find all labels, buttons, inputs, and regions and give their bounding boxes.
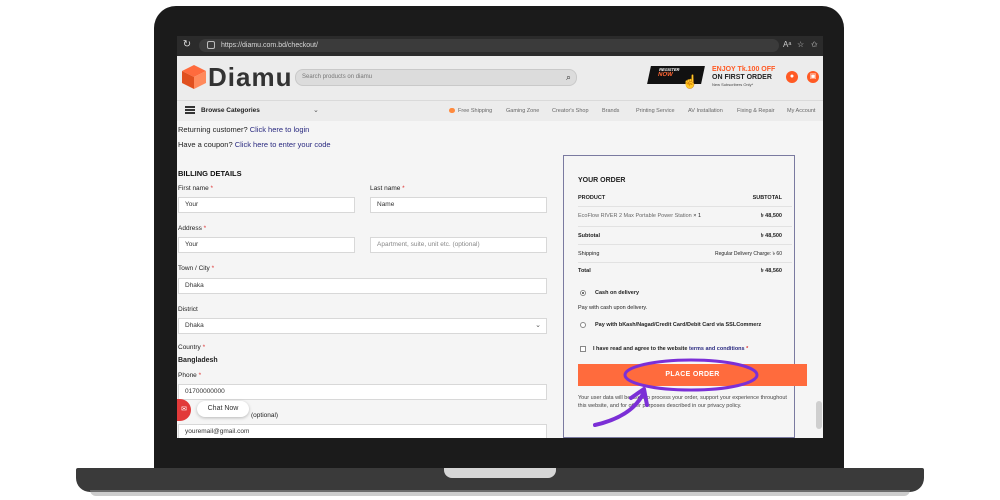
returning-customer-notice: Returning customer? Click here to login xyxy=(178,125,309,134)
user-account-icon[interactable]: ● xyxy=(786,71,798,83)
your-order-panel: YOUR ORDER PRODUCT SUBTOTAL EcoFlow RIVE… xyxy=(563,155,807,438)
nav-link-my-account[interactable]: My Account xyxy=(787,101,815,121)
coupon-text: Have a coupon? xyxy=(178,140,233,149)
cod-radio[interactable] xyxy=(580,290,586,296)
district-label: District xyxy=(178,306,198,313)
coupon-link[interactable]: Click here to enter your code xyxy=(235,140,331,149)
first-name-label: First name * xyxy=(178,185,214,192)
site-header: Diamu Search products on diamu ⌕ REGISTE… xyxy=(177,56,823,100)
shipping-value: Regular Delivery Charge: ৳ 60 xyxy=(715,251,782,257)
divider xyxy=(578,262,792,263)
product-column-header: PRODUCT xyxy=(578,195,606,201)
promo-headline: ENJOY Tk.100 OFF xyxy=(712,66,776,73)
laptop-shadow xyxy=(90,490,910,496)
coupon-notice: Have a coupon? Click here to enter your … xyxy=(178,140,331,149)
chevron-down-icon: ⌄ xyxy=(535,322,541,329)
favorite-star-icon[interactable]: ☆ xyxy=(797,39,804,51)
phone-field[interactable]: 01700000000 xyxy=(178,384,547,400)
promo-subheadline: ON FIRST ORDER xyxy=(712,74,772,81)
address-bar-url: https://diamu.com.bd/checkout/ xyxy=(221,42,318,49)
subtotal-column-header: SUBTOTAL xyxy=(752,195,782,201)
lock-icon xyxy=(207,41,215,49)
read-aloud-icon[interactable]: Aᵃ xyxy=(783,39,791,51)
browse-categories-button[interactable]: Browse Categories xyxy=(201,101,260,121)
privacy-policy-text: Your user data will be used to process y… xyxy=(578,395,787,409)
cart-icon[interactable]: ▣ xyxy=(807,71,819,83)
total-label: Total xyxy=(578,268,591,274)
district-selected-value: Dhaka xyxy=(185,322,204,329)
promo-footnote: New Subscribers Only* xyxy=(712,82,754,87)
promo-badge-line2: NOW xyxy=(657,72,674,78)
online-payment-radio[interactable] xyxy=(580,322,586,328)
nav-link-brands[interactable]: Brands xyxy=(602,101,619,121)
chat-now-button[interactable]: Chat Now xyxy=(197,401,249,417)
divider xyxy=(578,206,792,207)
search-icon[interactable]: ⌕ xyxy=(566,72,571,83)
terms-label: I have read and agree to the website ter… xyxy=(593,346,749,352)
cod-label[interactable]: Cash on delivery xyxy=(595,290,639,296)
country-label: Country * xyxy=(178,344,206,351)
favorites-list-icon[interactable]: ✩ xyxy=(811,39,818,51)
nav-link-printing-service[interactable]: Printing Service xyxy=(636,101,675,121)
pointer-hand-icon: ☝ xyxy=(682,74,699,89)
order-item-price: ৳ 48,500 xyxy=(760,213,782,219)
terms-checkbox[interactable] xyxy=(580,346,586,352)
diamu-logo-icon[interactable] xyxy=(181,64,207,90)
reload-icon[interactable]: ↻ xyxy=(181,39,193,51)
nav-link-av-installation[interactable]: AV Installation xyxy=(688,101,723,121)
product-search-input[interactable]: Search products on diamu ⌕ xyxy=(295,69,577,86)
search-placeholder: Search products on diamu xyxy=(302,74,373,80)
email-optional-label: (optional) xyxy=(251,412,279,419)
returning-customer-text: Returning customer? xyxy=(178,125,248,134)
chat-icon[interactable]: ✉ xyxy=(177,399,191,421)
last-name-label: Last name * xyxy=(370,185,405,192)
chevron-down-icon[interactable]: ⌄ xyxy=(313,101,319,121)
login-link[interactable]: Click here to login xyxy=(250,125,310,134)
last-name-field[interactable]: Name xyxy=(370,197,547,213)
address-line1-field[interactable]: Your xyxy=(178,237,355,253)
phone-label: Phone * xyxy=(178,372,202,379)
nav-link-gaming-zone[interactable]: Gaming Zone xyxy=(506,101,539,121)
cod-description: Pay with cash upon delivery. xyxy=(578,305,648,311)
shipping-label: Shipping xyxy=(578,251,600,257)
first-name-field[interactable]: Your xyxy=(178,197,355,213)
your-order-heading: YOUR ORDER xyxy=(578,177,626,184)
nav-link-creators-shop[interactable]: Creator's Shop xyxy=(552,101,589,121)
billing-details-heading: BILLING DETAILS xyxy=(178,169,242,178)
scrollbar-thumb[interactable] xyxy=(816,401,822,429)
place-order-button[interactable]: PLACE ORDER xyxy=(578,364,807,386)
address-label: Address * xyxy=(178,225,207,232)
nav-link-free-shipping[interactable]: Free Shipping xyxy=(458,101,492,121)
category-nav: Browse Categories ⌄ Free Shipping Gaming… xyxy=(177,100,823,122)
checkout-content: Returning customer? Click here to login … xyxy=(177,121,823,438)
online-payment-label[interactable]: Pay with bKash/Nagad/Credit Card/Debit C… xyxy=(595,322,761,328)
town-label: Town / City * xyxy=(178,265,215,272)
subtotal-label: Subtotal xyxy=(578,233,600,239)
laptop-screen: ↻ https://diamu.com.bd/checkout/ Aᵃ ☆ ✩ … xyxy=(177,36,823,438)
browser-toolbar: ↻ https://diamu.com.bd/checkout/ Aᵃ ☆ ✩ xyxy=(177,36,823,56)
laptop-notch xyxy=(444,468,556,478)
town-city-field[interactable]: Dhaka xyxy=(178,278,547,294)
email-field[interactable]: youremail@gmail.com xyxy=(178,424,547,438)
hamburger-menu-icon[interactable] xyxy=(185,106,195,114)
divider xyxy=(578,244,792,245)
total-value: ৳ 48,560 xyxy=(760,268,782,274)
order-item-name: EcoFlow RIVER 2 Max Portable Power Stati… xyxy=(578,213,702,219)
address-line2-field[interactable]: Apartment, suite, unit etc. (optional) xyxy=(370,237,547,253)
terms-link[interactable]: terms and conditions xyxy=(689,346,745,352)
fire-icon xyxy=(449,108,455,113)
subtotal-value: ৳ 48,500 xyxy=(760,233,782,239)
nav-link-fixing-repair[interactable]: Fixing & Repair xyxy=(737,101,775,121)
country-value: Bangladesh xyxy=(178,357,218,364)
district-select[interactable]: Dhaka ⌄ xyxy=(178,318,547,334)
divider xyxy=(578,226,792,227)
address-bar[interactable]: https://diamu.com.bd/checkout/ xyxy=(199,39,779,52)
site-logo-text[interactable]: Diamu xyxy=(208,62,292,92)
